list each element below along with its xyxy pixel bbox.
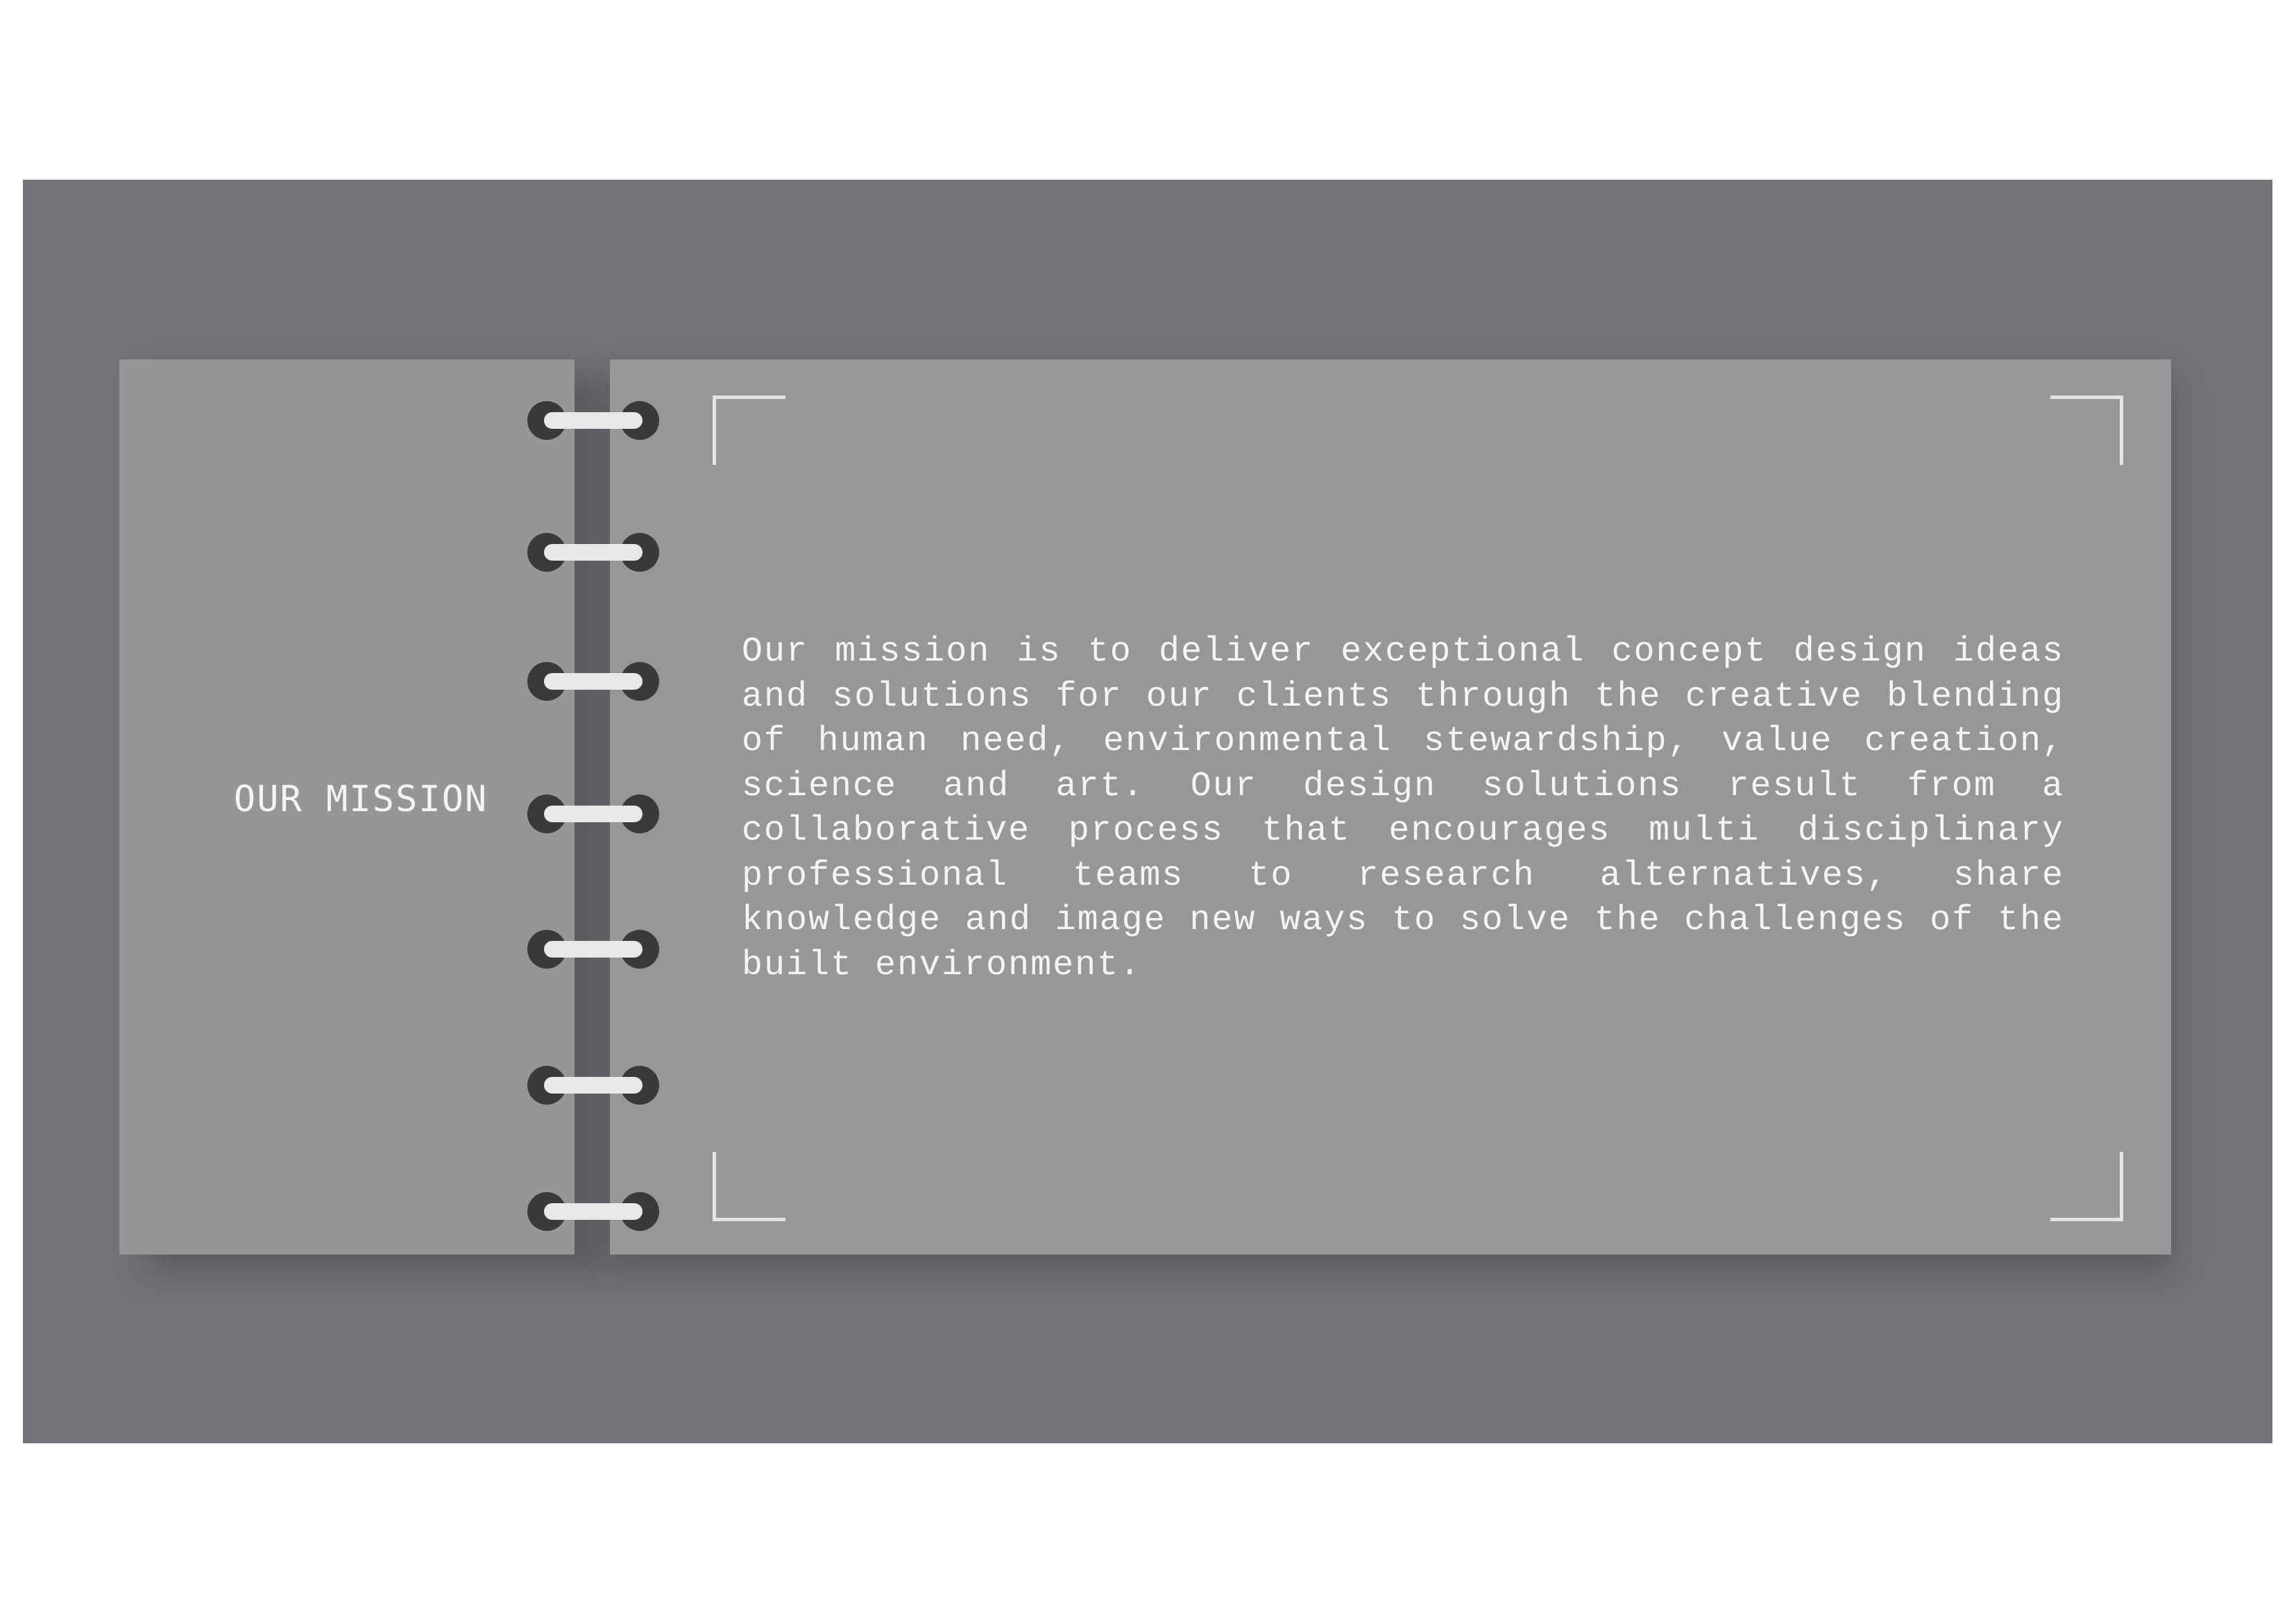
binding-ring xyxy=(527,1192,659,1231)
binding-ring-bar xyxy=(544,673,643,690)
notebook-right-page: Our mission is to deliver exceptional co… xyxy=(610,359,2171,1255)
binding-ring-bar xyxy=(544,1203,643,1220)
corner-bracket-bottom-left xyxy=(713,1152,785,1221)
corner-bracket-top-right xyxy=(2050,396,2123,465)
presentation-page: OUR MISSION Our mission is to deliver ex… xyxy=(0,0,2296,1623)
binding-ring xyxy=(527,1066,659,1105)
binding-ring xyxy=(527,533,659,572)
binding-ring xyxy=(527,930,659,969)
binding-ring-bar xyxy=(544,1077,643,1094)
binding-ring xyxy=(527,662,659,701)
section-title: OUR MISSION xyxy=(233,779,488,820)
binding-ring-bar xyxy=(544,806,643,822)
binding-ring-bar xyxy=(544,544,643,561)
mission-statement: Our mission is to deliver exceptional co… xyxy=(742,632,2064,985)
binding-ring-bar xyxy=(544,941,643,958)
corner-bracket-top-left xyxy=(713,396,785,465)
corner-bracket-bottom-right xyxy=(2050,1152,2123,1221)
binding-ring xyxy=(527,401,659,440)
binding-ring xyxy=(527,794,659,833)
notebook-left-page: OUR MISSION xyxy=(119,359,575,1255)
binding-ring-bar xyxy=(544,412,643,429)
